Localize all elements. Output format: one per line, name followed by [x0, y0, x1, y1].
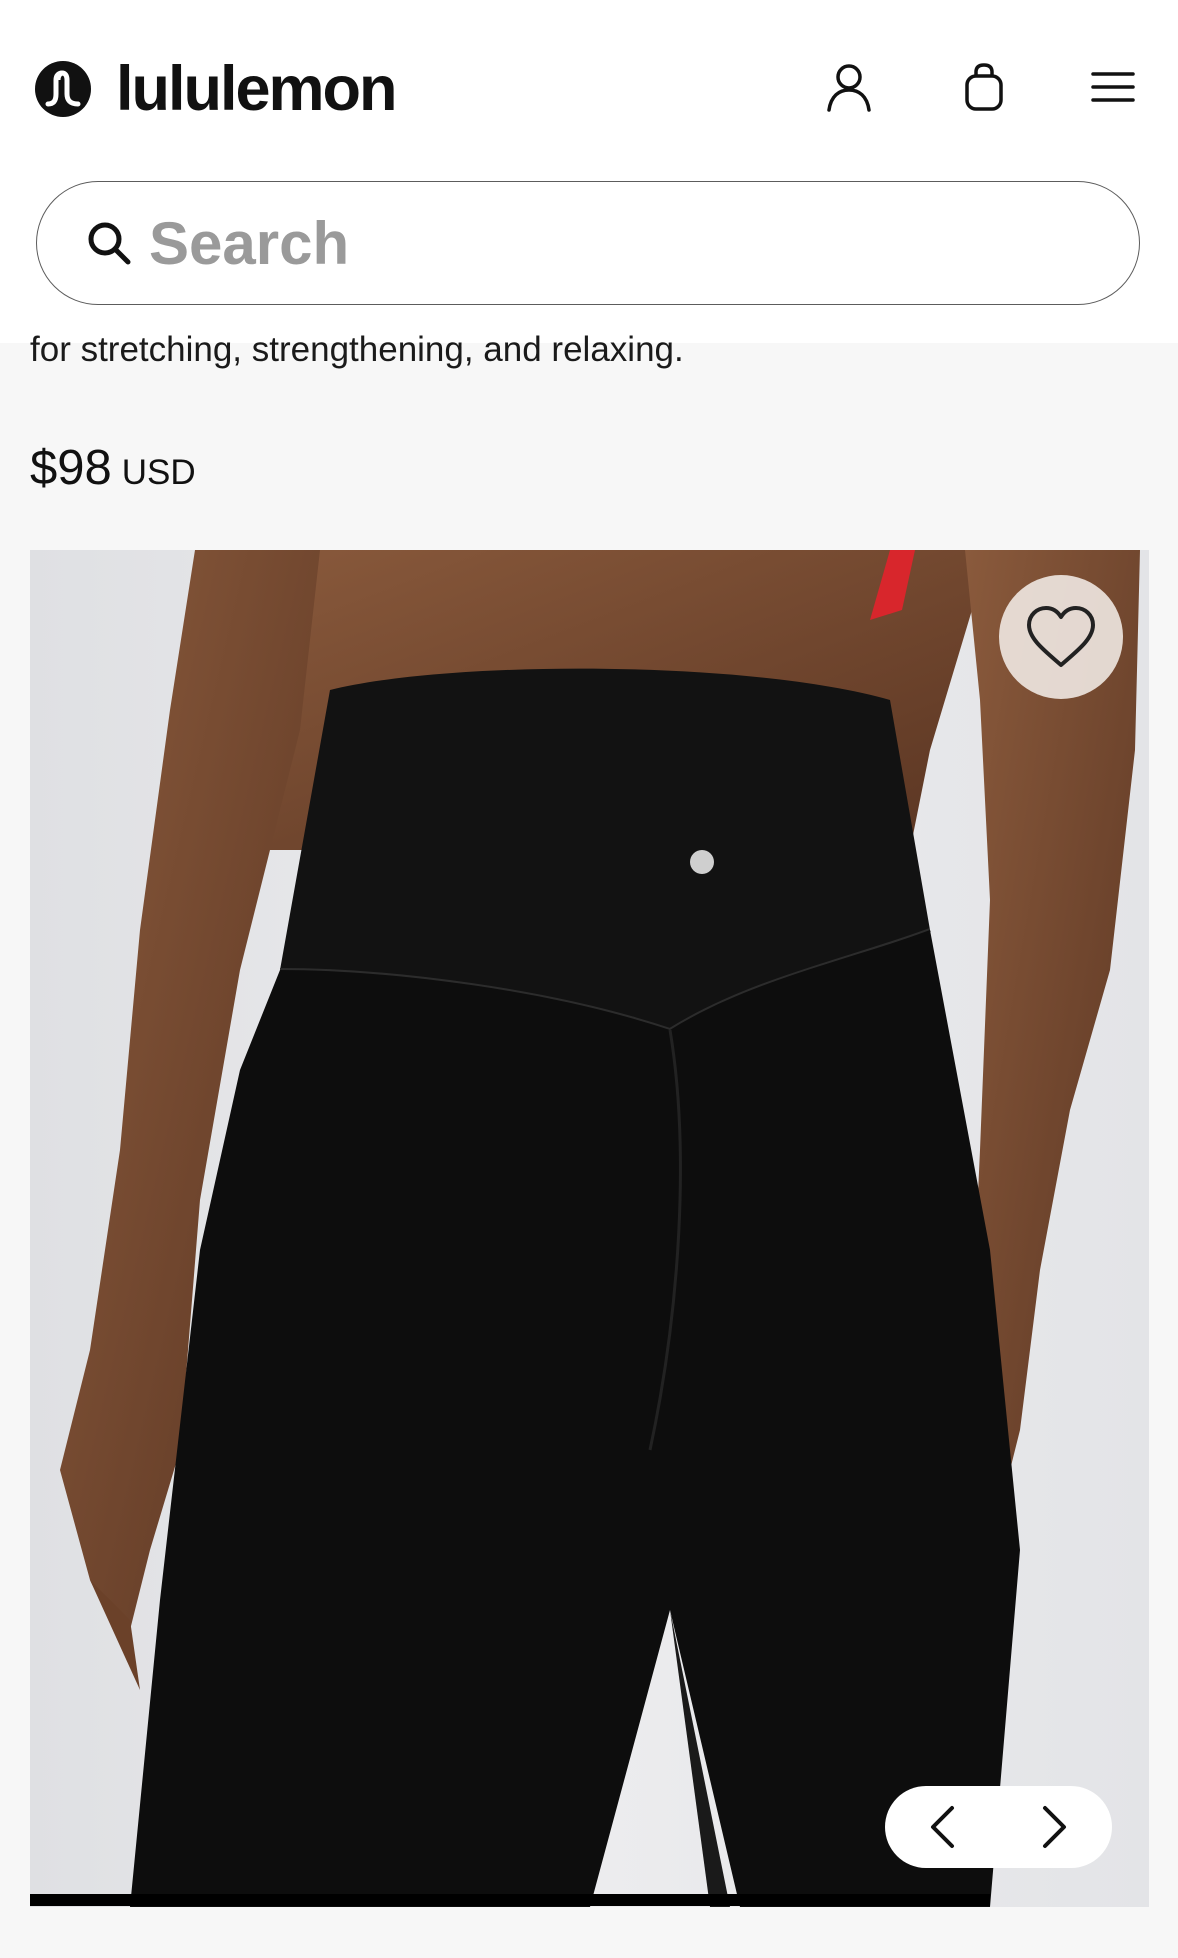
gallery-progress-fill: [30, 1894, 991, 1906]
search-bar[interactable]: [36, 181, 1140, 305]
price-currency: USD: [121, 453, 196, 492]
lululemon-logo-icon: [35, 61, 91, 117]
gallery-navigation: [885, 1786, 1112, 1868]
brand-logo[interactable]: lululemon: [34, 53, 397, 124]
product-price: $98 USD: [30, 440, 196, 496]
gallery-progress-track: [30, 1894, 1149, 1906]
product-photo: [30, 550, 1149, 1907]
chevron-right-icon: [1043, 1806, 1067, 1848]
wishlist-button[interactable]: [999, 575, 1123, 699]
product-image-gallery[interactable]: [30, 550, 1149, 1907]
product-description: for stretching, strengthening, and relax…: [30, 330, 684, 369]
chevron-left-icon: [930, 1806, 954, 1848]
brand-name: lululemon: [116, 53, 397, 124]
account-icon: [827, 64, 871, 112]
search-input[interactable]: [147, 207, 1051, 279]
shopping-bag-icon: [965, 63, 1003, 111]
menu-icon: [1091, 72, 1135, 102]
heart-icon: [1027, 606, 1095, 667]
menu-button[interactable]: [1084, 58, 1142, 116]
site-header: lululemon: [0, 0, 1178, 343]
account-button[interactable]: [820, 58, 878, 116]
previous-image-button[interactable]: [902, 1787, 982, 1867]
search-icon: [88, 222, 131, 265]
cart-button[interactable]: [955, 58, 1013, 116]
price-amount: $98: [30, 441, 112, 495]
next-image-button[interactable]: [1015, 1787, 1095, 1867]
